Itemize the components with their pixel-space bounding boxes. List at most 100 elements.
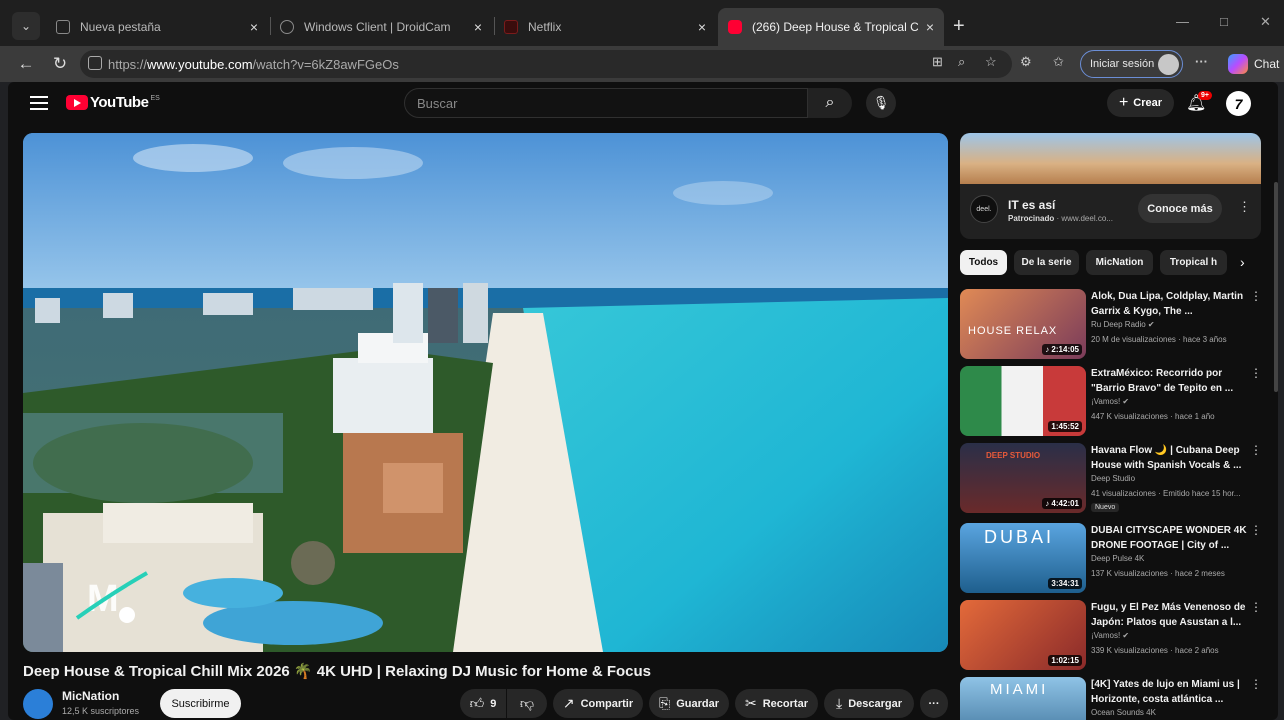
video-meta: 447 K visualizaciones · hace 1 año — [1091, 412, 1215, 421]
list-item[interactable]: 1:45:52 ExtraMéxico: Recorrido por "Barr… — [960, 366, 1262, 436]
youtube-play-icon — [66, 95, 88, 110]
download-button[interactable]: ⤓ Descargar — [824, 689, 914, 718]
video-title: [4K] Yates de lujo en Miami us | Horizon… — [1091, 679, 1240, 705]
youtube-logo[interactable]: YouTube ES — [66, 94, 160, 111]
tab-netflix[interactable]: Netflix × — [494, 8, 716, 46]
channel-name[interactable]: MicNation — [62, 689, 119, 703]
search-icon: ⌕ — [825, 94, 835, 111]
signin-button[interactable]: Iniciar sesión — [1080, 50, 1183, 78]
chip-channel[interactable]: MicNation — [1086, 250, 1153, 275]
copilot-chat-button[interactable]: Chat — [1228, 54, 1279, 74]
video-player[interactable]: M — [23, 133, 948, 652]
video-thumbnail[interactable]: 1:02:15 — [960, 600, 1086, 670]
settings-more-button[interactable]: ··· — [1195, 54, 1208, 69]
account-avatar[interactable]: 7 — [1226, 91, 1251, 116]
close-window-button[interactable]: ✕ — [1260, 14, 1271, 30]
droidcam-icon — [280, 20, 294, 34]
channel-name: Ru Deep Radio ✔ — [1091, 320, 1155, 329]
chip-tropical[interactable]: Tropical h — [1160, 250, 1227, 275]
notifications-badge: 9+ — [1198, 91, 1212, 100]
dislike-button[interactable]: 👎︎ — [507, 689, 547, 718]
page-scrollbar[interactable] — [1274, 182, 1278, 392]
video-thumbnail[interactable]: MIAMI — [960, 677, 1086, 720]
profile-avatar-icon — [1158, 54, 1179, 75]
tab-close-icon[interactable]: × — [250, 19, 258, 35]
chevron-right-icon[interactable]: › — [1240, 254, 1245, 270]
tab-close-icon[interactable]: × — [926, 19, 934, 35]
chat-label: Chat — [1254, 57, 1280, 71]
kebab-menu-icon[interactable]: ⋮ — [1250, 443, 1262, 457]
app-available-icon[interactable]: ⊞ — [932, 54, 943, 70]
clip-button[interactable]: ✂ Recortar — [735, 689, 818, 718]
kebab-menu-icon[interactable]: ⋮ — [1250, 523, 1262, 537]
ad-learn-more-button[interactable]: Conoce más — [1138, 194, 1222, 223]
tab-close-icon[interactable]: × — [698, 19, 706, 35]
list-item[interactable]: HOUSE RELAX ♪ 2:14:05 Alok, Dua Lipa, Co… — [960, 289, 1262, 359]
search-button[interactable]: ⌕ — [808, 88, 852, 118]
share-button[interactable]: ↗ Compartir — [553, 689, 643, 718]
kebab-menu-icon[interactable]: ⋮ — [1250, 600, 1262, 614]
create-button[interactable]: + Crear — [1107, 89, 1174, 117]
video-duration: 1:02:15 — [1048, 655, 1082, 666]
page-icon — [56, 20, 70, 34]
save-button[interactable]: ⎘ Guardar — [649, 689, 729, 718]
favorites-icon[interactable]: ✩ — [1053, 54, 1064, 70]
channel-name: ¡Vamos! ✔ — [1091, 397, 1130, 406]
more-actions-button[interactable]: ··· — [920, 689, 948, 718]
like-button[interactable]: 👍︎ 9 — [460, 689, 506, 718]
reload-button[interactable]: ↻ — [48, 52, 72, 76]
zoom-icon[interactable]: ⌕ — [958, 54, 965, 70]
back-button[interactable]: ← — [14, 52, 38, 76]
chip-series[interactable]: De la serie — [1014, 250, 1079, 275]
kebab-menu-icon[interactable]: ⋮ — [1250, 289, 1262, 303]
video-title: Alok, Dua Lipa, Coldplay, Martin Garrix … — [1091, 291, 1244, 317]
video-meta: 41 visualizaciones · Emitido hace 15 hor… — [1091, 489, 1241, 498]
kebab-menu-icon[interactable]: ⋮ — [1250, 677, 1262, 691]
sponsored-label: Patrocinado — [1008, 214, 1055, 223]
address-bar[interactable]: https://www.youtube.com/watch?v=6kZ8awFG… — [80, 50, 1012, 78]
youtube-page: YouTube ES Buscar ⌕ 🎙 + Crear 🔔︎ 9+ 7 M … — [8, 82, 1278, 720]
tab-label: (266) Deep House & Tropical Chill — [752, 20, 918, 34]
like-count: 9 — [490, 697, 497, 710]
video-duration: 1:45:52 — [1048, 421, 1082, 432]
extensions-icon[interactable]: ⚙ — [1020, 54, 1032, 70]
tab-actions-menu[interactable]: ⌄ — [12, 12, 40, 40]
maximize-button[interactable]: □ — [1220, 14, 1228, 29]
ad-menu-icon[interactable]: ⋮ — [1238, 199, 1251, 215]
list-item[interactable]: DEEP STUDIO ♪ 4:42:01 Havana Flow 🌙 | Cu… — [960, 443, 1262, 513]
video-thumbnail[interactable]: 1:45:52 — [960, 366, 1086, 436]
tab-close-icon[interactable]: × — [474, 19, 482, 35]
tab-new-tab[interactable]: Nueva pestaña × — [46, 8, 268, 46]
video-thumbnail[interactable]: DEEP STUDIO ♪ 4:42:01 — [960, 443, 1086, 513]
minimize-button[interactable]: — — [1176, 14, 1189, 29]
list-item[interactable]: DUBAI 3:34:31 DUBAI CITYSCAPE WONDER 4K … — [960, 523, 1262, 593]
video-thumbnail[interactable]: HOUSE RELAX ♪ 2:14:05 — [960, 289, 1086, 359]
microphone-icon: 🎙 — [872, 95, 890, 110]
tab-label: Nueva pestaña — [80, 20, 161, 34]
sponsored-ad-card[interactable]: deel. IT es así Patrocinado · www.deel.c… — [960, 133, 1261, 239]
tab-droidcam[interactable]: Windows Client | DroidCam × — [270, 8, 492, 46]
video-meta: 137 K visualizaciones · hace 2 meses — [1091, 569, 1225, 578]
video-title: ExtraMéxico: Recorrido por "Barrio Bravo… — [1091, 368, 1234, 394]
kebab-menu-icon[interactable]: ⋮ — [1250, 366, 1262, 380]
thumbnail-text: HOUSE RELAX — [968, 325, 1058, 337]
thumbnail-text: DUBAI — [984, 527, 1055, 547]
video-meta: 339 K visualizaciones · hace 2 años — [1091, 646, 1219, 655]
voice-search-button[interactable]: 🎙 — [866, 88, 896, 118]
site-info-icon[interactable] — [88, 56, 102, 70]
thumbnail-text: MIAMI — [990, 681, 1049, 698]
subscribe-button[interactable]: Suscribirme — [160, 689, 241, 718]
search-input[interactable]: Buscar — [404, 88, 808, 118]
copilot-icon — [1228, 54, 1248, 74]
chip-all[interactable]: Todos — [960, 250, 1007, 275]
channel-avatar[interactable] — [23, 689, 53, 719]
tab-youtube[interactable]: (266) Deep House & Tropical Chill × — [718, 8, 944, 46]
clip-label: Recortar — [762, 697, 808, 710]
new-tab-button[interactable]: + — [953, 15, 965, 38]
list-item[interactable]: 1:02:15 Fugu, y El Pez Más Venenoso de J… — [960, 600, 1262, 670]
guide-menu-icon[interactable] — [30, 96, 48, 110]
video-thumbnail[interactable]: DUBAI 3:34:31 — [960, 523, 1086, 593]
filter-chips: Todos De la serie MicNation Tropical h › — [960, 250, 1261, 276]
favorite-star-icon[interactable]: ☆ — [985, 54, 997, 70]
list-item[interactable]: MIAMI [4K] Yates de lujo en Miami us | H… — [960, 677, 1262, 720]
